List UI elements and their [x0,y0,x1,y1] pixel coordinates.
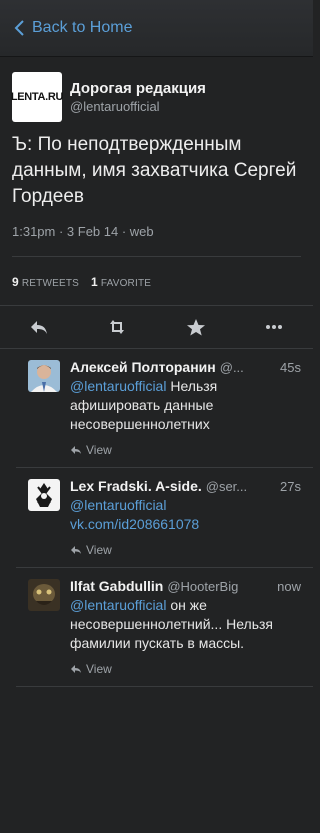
lenta-logo-text: LENTA.RU [10,91,64,103]
tweet-stats: 9 RETWEETS 1 FAVORITE [12,257,301,305]
favorites-count: 1 [90,275,98,289]
reply-author-handle: @HooterBig [167,579,239,594]
view-button[interactable]: View [70,662,301,676]
more-button[interactable] [254,318,294,336]
tweet-text: Ъ: По неподтвержденным данным, имя захва… [12,134,297,207]
reply-author-name[interactable]: Lex Fradski. A-side. [70,478,202,494]
reply-text: @lentaruofficial vk.com/id208661078 [70,496,301,534]
avatar[interactable] [28,360,60,392]
retweet-icon [110,320,125,334]
retweet-button[interactable] [97,318,137,336]
view-label: View [86,443,112,457]
author-handle: @lentaruofficial [70,98,160,114]
back-to-home-button[interactable]: Back to Home [14,19,132,37]
reply-item[interactable]: Lex Fradski. A-side. @ser... 27s @lentar… [16,468,313,568]
mention-link[interactable]: @lentaruofficial [70,378,166,394]
top-bar: Back to Home [0,0,313,57]
reply-text: @lentaruofficial Нельзя афишировать данн… [70,377,301,434]
user-photo-icon [28,360,60,392]
mention-link[interactable]: @lentaruofficial [70,497,166,513]
retweets-label[interactable]: RETWEETS [22,278,79,289]
user-photo-icon [28,479,60,511]
view-label: View [86,543,112,557]
author-avatar[interactable]: LENTA.RU [10,72,64,122]
author-name[interactable]: Дорогая редакция [70,80,206,97]
favorite-button[interactable] [176,318,216,336]
reply-author-name[interactable]: Алексей Полторанин [70,359,216,375]
avatar[interactable] [28,579,60,611]
reply-item[interactable]: Алексей Полторанин @... 45s @lentaruoffi… [16,349,313,468]
retweets-count: 9 [12,275,19,289]
view-button[interactable]: View [70,443,301,457]
reply-arrow-icon [71,446,81,454]
view-button[interactable]: View [70,543,301,557]
back-label: Back to Home [32,19,133,36]
reply-arrow-icon [71,665,81,673]
tweet-actions [0,305,313,349]
reply-button[interactable] [19,318,59,336]
reply-icon [31,321,48,334]
view-label: View [86,662,112,676]
replies-list: Алексей Полторанин @... 45s @lentaruoffi… [16,349,313,687]
reply-author-handle: @ser... [205,479,248,494]
reply-timestamp: now [277,579,301,594]
favorite-star-icon [186,319,205,336]
reply-timestamp: 27s [280,479,301,494]
avatar[interactable] [28,479,60,511]
reply-author-handle: @... [219,360,244,375]
main-tweet: LENTA.RU Дорогая редакция @lentaruoffici… [0,57,313,305]
mention-link[interactable]: @lentaruofficial [70,597,166,613]
more-icon [265,325,282,329]
reply-item[interactable]: Ilfat Gabdullin @HooterBig now @lentaruo… [16,568,313,687]
url-link[interactable]: vk.com/id208661078 [70,516,199,532]
user-photo-icon [28,579,60,611]
reply-arrow-icon [71,546,81,554]
reply-text: @lentaruofficial он же несовершеннолетни… [70,596,301,653]
tweet-meta: 1:31pm · 3 Feb 14 · web [12,224,154,239]
reply-author-name[interactable]: Ilfat Gabdullin [70,578,163,594]
favorites-label[interactable]: FAVORITE [101,278,151,289]
reply-timestamp: 45s [280,360,301,375]
tweet-author: LENTA.RU Дорогая редакция @lentaruoffici… [10,67,301,122]
chevron-left-icon [14,20,24,36]
